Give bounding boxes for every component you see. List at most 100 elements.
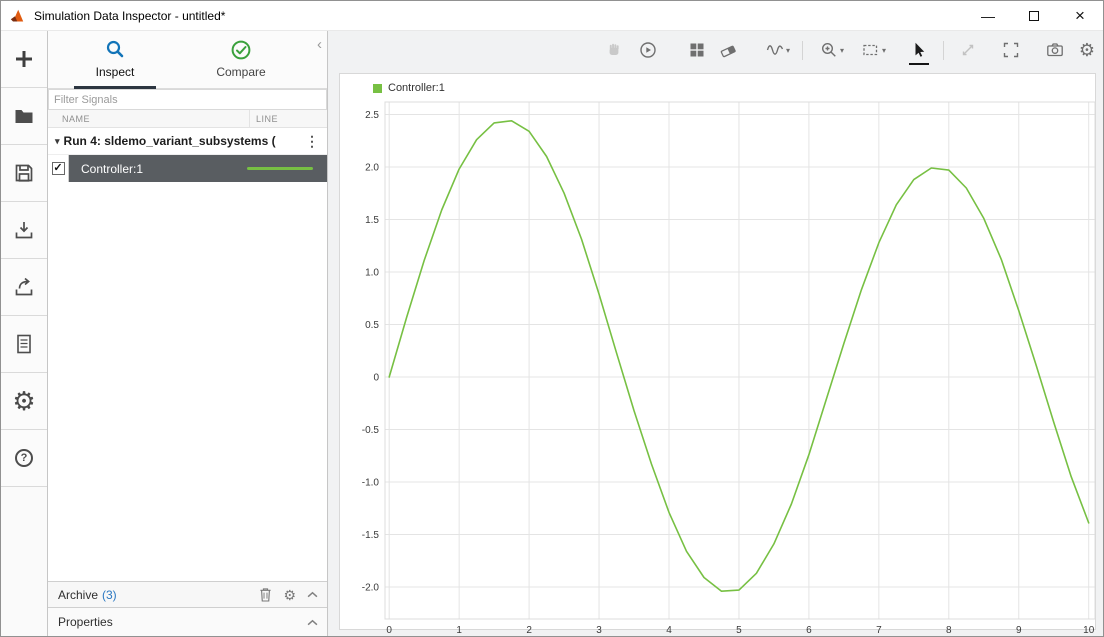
kebab-menu-icon[interactable]: ⋮ — [305, 134, 319, 148]
gear-icon: ⚙ — [1079, 41, 1095, 59]
close-button[interactable]: × — [1057, 1, 1103, 30]
svg-text:-0.5: -0.5 — [362, 425, 380, 436]
svg-text:10: 10 — [1083, 625, 1095, 633]
export-button[interactable] — [1, 259, 47, 316]
app-window: Simulation Data Inspector - untitled* — … — [0, 0, 1104, 637]
run-group-label: Run 4: sldemo_variant_subsystems ( — [64, 134, 301, 148]
svg-text:4: 4 — [666, 625, 672, 633]
export-arrow-icon — [13, 276, 35, 298]
plus-icon — [13, 48, 35, 70]
camera-icon — [1046, 41, 1064, 59]
subplot-layout-button[interactable] — [686, 38, 708, 62]
panel-tabs: Inspect Compare ‹ — [48, 31, 327, 89]
snapshot-button[interactable] — [1044, 38, 1066, 62]
svg-text:1.5: 1.5 — [365, 215, 379, 226]
window-title: Simulation Data Inspector - untitled* — [34, 9, 225, 23]
zoom-region-button[interactable]: ▾ — [857, 38, 891, 62]
signal-name-label: Controller:1 — [81, 162, 247, 176]
caret-down-icon[interactable]: ▾ — [786, 46, 790, 55]
filter-signals-input[interactable] — [48, 89, 327, 110]
clear-plots-button[interactable] — [717, 38, 739, 62]
replay-button[interactable] — [637, 38, 659, 62]
report-document-icon — [13, 333, 35, 355]
import-button[interactable] — [1, 202, 47, 259]
archive-gear-icon[interactable]: ⚙ — [283, 588, 296, 602]
svg-text:9: 9 — [1016, 625, 1022, 633]
svg-text:0.5: 0.5 — [365, 320, 379, 331]
toolbar-separator — [943, 41, 944, 60]
signal-row[interactable]: ✓ Controller:1 — [48, 155, 327, 182]
tab-compare[interactable]: Compare — [186, 36, 296, 86]
open-button[interactable] — [1, 88, 47, 145]
signal-checkbox[interactable]: ✓ — [52, 162, 65, 175]
gear-icon: ⚙ — [12, 388, 35, 414]
check-circle-icon — [230, 39, 252, 61]
plot-svg[interactable]: 012345678910-2.0-1.5-1.0-0.500.51.01.52.… — [340, 74, 1100, 633]
resize-button — [957, 38, 979, 62]
window-controls: — × — [965, 1, 1103, 30]
cursor-arrow-icon — [910, 41, 928, 59]
maximize-icon — [1029, 11, 1039, 21]
search-icon — [104, 39, 126, 61]
zoom-region-icon — [862, 41, 880, 59]
trash-icon[interactable] — [259, 587, 272, 602]
preferences-button[interactable]: ⚙ — [1, 373, 47, 430]
signal-options-button[interactable]: ▾ — [761, 38, 795, 62]
eraser-icon — [719, 41, 737, 59]
plot-settings-button[interactable]: ⚙ — [1076, 38, 1098, 62]
archive-label: Archive — [58, 588, 98, 602]
zoom-button[interactable]: ▾ — [815, 38, 849, 62]
column-header-line: LINE — [249, 110, 327, 127]
tab-inspect-label: Inspect — [60, 65, 170, 79]
expander-triangle-icon[interactable]: ▾ — [55, 136, 60, 147]
create-report-button[interactable] — [1, 316, 47, 373]
toolbar-separator — [802, 41, 803, 60]
svg-text:3: 3 — [596, 625, 602, 633]
pan-hand-icon — [605, 41, 623, 59]
save-button[interactable] — [1, 145, 47, 202]
svg-text:2.0: 2.0 — [365, 162, 379, 173]
fit-to-view-icon — [1002, 41, 1020, 59]
tab-inspect[interactable]: Inspect — [60, 36, 170, 86]
play-circle-icon — [639, 41, 657, 59]
maximize-button[interactable] — [1011, 1, 1057, 30]
chart-card: Controller:1 012345678910-2.0-1.5-1.0-0.… — [339, 73, 1096, 630]
collapse-panel-button[interactable]: ‹ — [317, 37, 322, 52]
svg-text:-1.5: -1.5 — [362, 530, 380, 541]
cursor-tool-button[interactable] — [908, 38, 930, 62]
help-icon: ? — [15, 449, 33, 467]
zoom-in-icon — [820, 41, 838, 59]
checkbox-cell: ✓ — [48, 155, 69, 182]
caret-down-icon[interactable]: ▾ — [882, 46, 886, 55]
add-button[interactable] — [1, 31, 47, 88]
fit-to-view-button[interactable] — [1000, 38, 1022, 62]
matlab-logo-icon[interactable] — [10, 8, 26, 24]
minimize-button[interactable]: — — [965, 1, 1011, 30]
properties-label: Properties — [58, 615, 113, 629]
tab-compare-label: Compare — [186, 65, 296, 79]
svg-text:6: 6 — [806, 625, 812, 633]
minimize-icon: — — [981, 8, 995, 24]
legend-swatch — [373, 84, 382, 93]
signal-table-header: NAME LINE — [48, 110, 327, 128]
chevron-up-icon[interactable] — [307, 591, 318, 598]
chevron-up-icon[interactable] — [307, 619, 318, 626]
run-group-row[interactable]: ▾ Run 4: sldemo_variant_subsystems ( ⋮ — [48, 128, 327, 155]
properties-bar[interactable]: Properties — [48, 607, 327, 636]
signal-line-sample[interactable] — [247, 167, 313, 170]
caret-down-icon[interactable]: ▾ — [840, 46, 844, 55]
chevron-left-icon: ‹ — [317, 36, 322, 53]
svg-text:1.0: 1.0 — [365, 267, 379, 278]
svg-text:0: 0 — [386, 625, 392, 633]
signal-panel: Inspect Compare ‹ NAME LINE ▾ Run 4 — [48, 31, 328, 636]
title-bar: Simulation Data Inspector - untitled* — … — [1, 1, 1103, 31]
signal-wave-icon — [766, 41, 784, 59]
svg-text:5: 5 — [736, 625, 742, 633]
help-button[interactable]: ? — [1, 430, 47, 487]
svg-text:7: 7 — [876, 625, 882, 633]
import-arrow-icon — [13, 219, 35, 241]
archive-bar[interactable]: Archive (3) ⚙ — [48, 581, 327, 607]
svg-text:-2.0: -2.0 — [362, 582, 380, 593]
svg-text:8: 8 — [946, 625, 952, 633]
layout-grid-icon — [688, 41, 706, 59]
